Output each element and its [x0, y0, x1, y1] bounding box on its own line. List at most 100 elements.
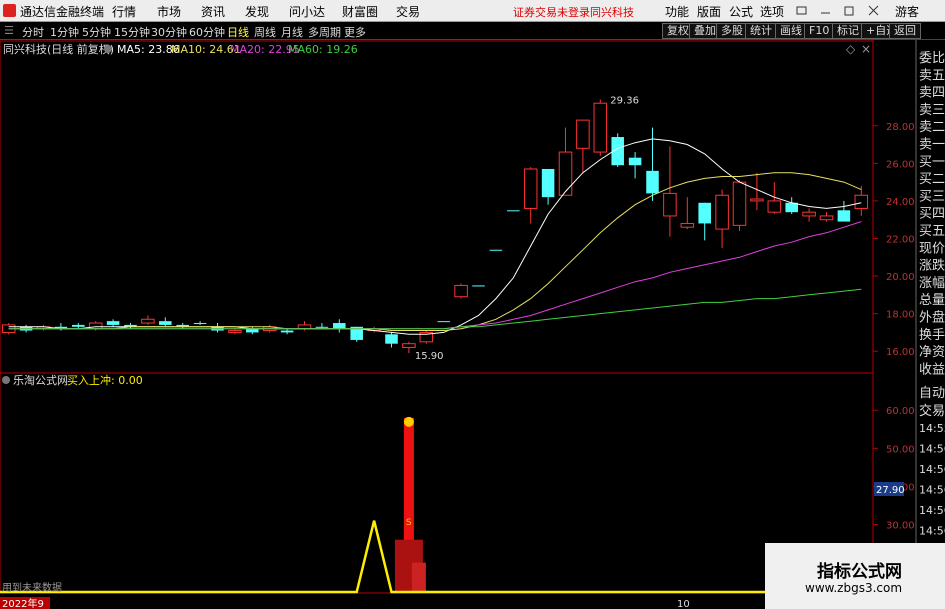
candle-up	[854, 194, 869, 209]
value-badge-text: 27.90	[876, 485, 905, 496]
candle-up	[732, 181, 747, 226]
candle-down	[541, 168, 555, 198]
sub-y-tick-label: 50.00	[886, 444, 915, 455]
side-item-label[interactable]: 买一	[919, 155, 945, 170]
candle-down	[385, 334, 398, 344]
sub-panel-title: 乐淘公式网	[13, 374, 68, 387]
period-15min[interactable]: 15分钟	[114, 24, 150, 40]
side-item-label[interactable]: 买四	[919, 207, 945, 222]
menu-trade[interactable]: 交易	[396, 3, 420, 20]
side-item-label[interactable]: 外盘	[919, 310, 945, 326]
y-tick-label: 18.00	[886, 310, 915, 321]
candle-up	[402, 343, 416, 348]
candle-down	[280, 330, 294, 333]
sub-y-tick-label: 60.00	[886, 406, 915, 417]
side-item-label[interactable]: 收益	[919, 362, 945, 377]
candle-up	[663, 192, 677, 217]
signal-s-label: S	[406, 518, 412, 528]
candle-up	[767, 200, 782, 213]
side-item-label[interactable]: 买五	[919, 224, 945, 239]
future-data-note: 用到未来数据	[2, 581, 62, 594]
period-timeshare[interactable]: 分时	[22, 24, 44, 40]
period-daily[interactable]: 日线	[227, 24, 249, 40]
signal-arrow-icon	[403, 416, 414, 427]
menu-options[interactable]: 选项	[760, 3, 784, 20]
menu-formula[interactable]: 公式	[729, 3, 753, 20]
period-30min[interactable]: 30分钟	[151, 24, 187, 40]
period-1min[interactable]: 1分钟	[50, 24, 79, 40]
side-item-label[interactable]: 买三	[919, 189, 945, 204]
login-status[interactable]: 证券交易未登录	[513, 4, 590, 20]
period-weekly[interactable]: 周线	[254, 24, 276, 40]
period-menu-icon[interactable]: ☰	[4, 24, 14, 37]
trade-time: 14:56	[919, 463, 945, 476]
user-guest[interactable]: 游客	[895, 3, 919, 20]
candle-up	[454, 284, 468, 298]
candle-up	[228, 330, 242, 333]
btn-f10[interactable]: F10	[804, 23, 835, 39]
candle-up	[593, 102, 608, 153]
menu-quotes[interactable]: 行情	[112, 3, 136, 20]
side-item-label[interactable]: 卖三	[919, 103, 945, 118]
panel-option-icon[interactable]: ◇	[846, 42, 856, 56]
side-item-label[interactable]: 换手	[919, 328, 945, 343]
side-item-label[interactable]: 总量	[919, 293, 945, 308]
btn-mark[interactable]: 标记	[832, 23, 864, 39]
watermark-title: 指标公式网	[817, 562, 902, 582]
indicator-label: 买入上冲: 0.00	[67, 373, 143, 387]
candle-up	[558, 151, 573, 196]
kline-chart[interactable]: 同兴科技(日线 前复权) MA5: 23.86 MA10: 24.61 MA20…	[0, 40, 945, 609]
candle-up	[141, 318, 155, 324]
btn-back[interactable]: 返回	[889, 23, 921, 39]
side-item-label[interactable]: 卖一	[919, 138, 945, 153]
menu-layout[interactable]: 版面	[697, 3, 721, 20]
y-tick-label: 28.00	[886, 122, 915, 133]
period-multi[interactable]: 多周期	[308, 24, 341, 40]
low-price-label: 15.90	[415, 351, 444, 362]
side-item-label[interactable]: 自动	[919, 386, 945, 401]
side-item-label[interactable]: 卖四	[919, 86, 945, 101]
period-monthly[interactable]: 月线	[281, 24, 303, 40]
side-item-label[interactable]: 买二	[919, 172, 945, 187]
trade-time: 14:56	[919, 525, 945, 538]
btn-stats[interactable]: 统计	[745, 23, 777, 39]
trade-time: 14:56	[919, 443, 945, 456]
candle-down	[837, 210, 851, 222]
side-item-label[interactable]: 涨跌	[919, 258, 945, 274]
close-icon[interactable]	[868, 5, 879, 16]
candle-up	[819, 215, 834, 221]
candle-down	[315, 326, 329, 328]
candle-up	[715, 194, 729, 230]
menu-fortune[interactable]: 财富圈	[342, 3, 378, 20]
btn-multi-stock[interactable]: 多股	[716, 23, 748, 39]
menu-news[interactable]: 资讯	[201, 3, 225, 20]
menu-discover[interactable]: 发现	[245, 3, 269, 20]
minimize-icon[interactable]	[820, 5, 831, 16]
side-item-label[interactable]: 交易	[919, 403, 945, 419]
y-tick-label: 26.00	[886, 159, 915, 170]
app-title: 通达信金融终端	[20, 5, 105, 19]
sub-panel-settings-icon[interactable]	[2, 376, 10, 384]
side-item-label[interactable]: 净资	[919, 345, 945, 360]
candle-up	[523, 168, 538, 209]
restore-icon[interactable]	[844, 5, 855, 16]
skin-icon[interactable]	[796, 5, 807, 16]
panel-settings-icon[interactable]	[104, 45, 112, 53]
period-60min[interactable]: 60分钟	[189, 24, 225, 40]
menu-wenxiaoda[interactable]: 问小达	[289, 3, 325, 20]
side-item-label[interactable]: 卖五	[919, 68, 945, 83]
candle-down	[159, 321, 172, 325]
side-item-label[interactable]: 涨幅	[919, 276, 945, 291]
period-5min[interactable]: 5分钟	[82, 24, 111, 40]
menu-function[interactable]: 功能	[665, 3, 689, 20]
menu-market[interactable]: 市场	[157, 3, 181, 20]
candle-up	[750, 198, 764, 202]
panel-close-icon[interactable]: ×	[861, 42, 871, 56]
side-item-label[interactable]: 现价	[919, 241, 945, 256]
side-item-label[interactable]: 委比	[919, 51, 945, 66]
candle-up	[576, 119, 590, 149]
side-item-label[interactable]: 卖二	[919, 120, 945, 135]
btn-draw[interactable]: 画线	[775, 23, 807, 39]
candle-down	[472, 285, 485, 287]
period-more[interactable]: 更多	[344, 24, 366, 40]
